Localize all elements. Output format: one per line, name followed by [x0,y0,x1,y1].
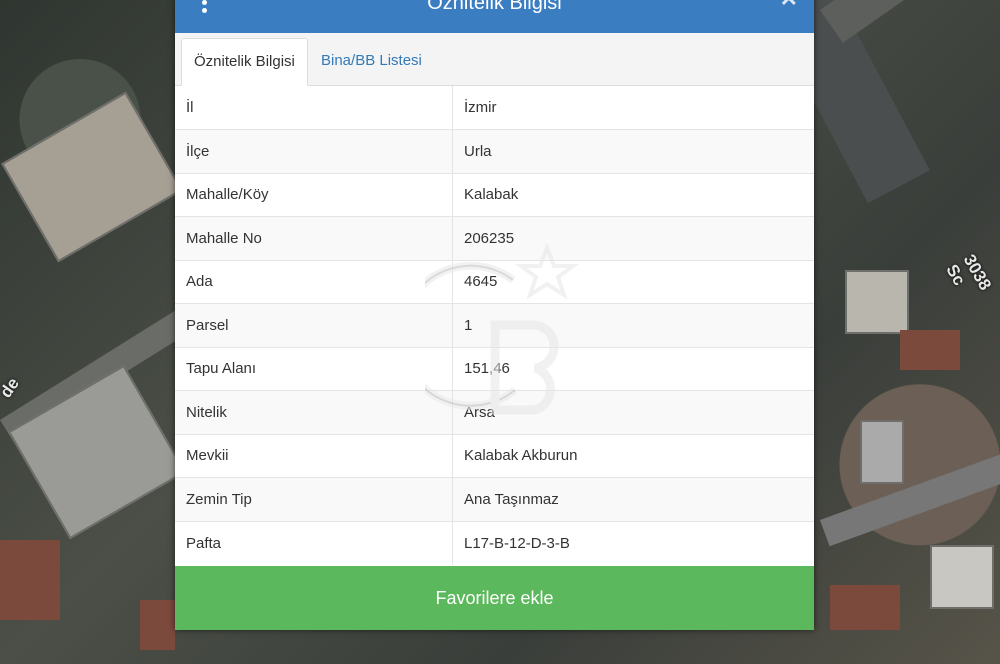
dialog-header: Öznitelik Bilgisi ✕ [175,0,814,33]
attribute-value: 4645 [464,273,498,291]
table-row: Mahalle/Köy Kalabak [175,173,814,217]
attribute-value: 151,46 [464,360,510,378]
close-icon[interactable]: ✕ [780,0,798,12]
attribute-key: Mevkii [175,434,453,478]
tab-bar: Öznitelik Bilgisi Bina/BB Listesi [175,33,814,86]
attribute-value: Arsa [464,403,495,421]
attribute-key: Mahalle No [175,216,453,260]
attribute-value: Kalabak Akburun [464,447,578,465]
attribute-key: Tapu Alanı [175,347,453,391]
attribute-key: Parsel [175,303,453,347]
attribute-value: Urla [464,142,492,160]
street-label-3038: 3038 Sc [942,251,995,294]
attribute-value: Kalabak [464,186,519,204]
street-label-left: de [0,374,23,402]
attribute-key: Mahalle/Köy [175,173,453,217]
attribute-dialog: Öznitelik Bilgisi ✕ Öznitelik Bilgisi Bi… [175,0,814,630]
dialog-title: Öznitelik Bilgisi [427,0,562,14]
attribute-key: İlçe [175,129,453,173]
table-row: İlçe Urla [175,129,814,173]
table-row: Ada 4645 [175,260,814,304]
add-to-favorites-button[interactable]: Favorilere ekle [175,566,814,630]
table-row: Tapu Alanı 151,46 [175,347,814,391]
tab-attribute-info[interactable]: Öznitelik Bilgisi [181,38,308,86]
attribute-value: Ana Taşınmaz [464,490,559,508]
table-row: Pafta L17-B-12-D-3-B [175,521,814,565]
attribute-table: İl İzmir İlçe Urla Mahalle/Köy Kalabak M… [175,86,814,565]
attribute-key: Ada [175,260,453,304]
attribute-key: Nitelik [175,390,453,434]
tab-building-list[interactable]: Bina/BB Listesi [309,38,434,84]
attribute-value: İzmir [464,99,497,116]
table-row: Parsel 1 [175,303,814,347]
table-row: Nitelik Arsa [175,390,814,434]
attribute-key: Pafta [175,521,453,565]
table-row: Zemin Tip Ana Taşınmaz [175,477,814,521]
attribute-value: 206235 [464,229,515,247]
table-row: Mevkii Kalabak Akburun [175,434,814,478]
attribute-key: Zemin Tip [175,477,453,521]
attribute-key: İl [175,86,453,130]
table-row: İl İzmir [175,86,814,130]
table-row: Mahalle No 206235 [175,216,814,260]
attribute-value: L17-B-12-D-3-B [464,534,570,552]
attribute-value: 1 [464,316,473,334]
